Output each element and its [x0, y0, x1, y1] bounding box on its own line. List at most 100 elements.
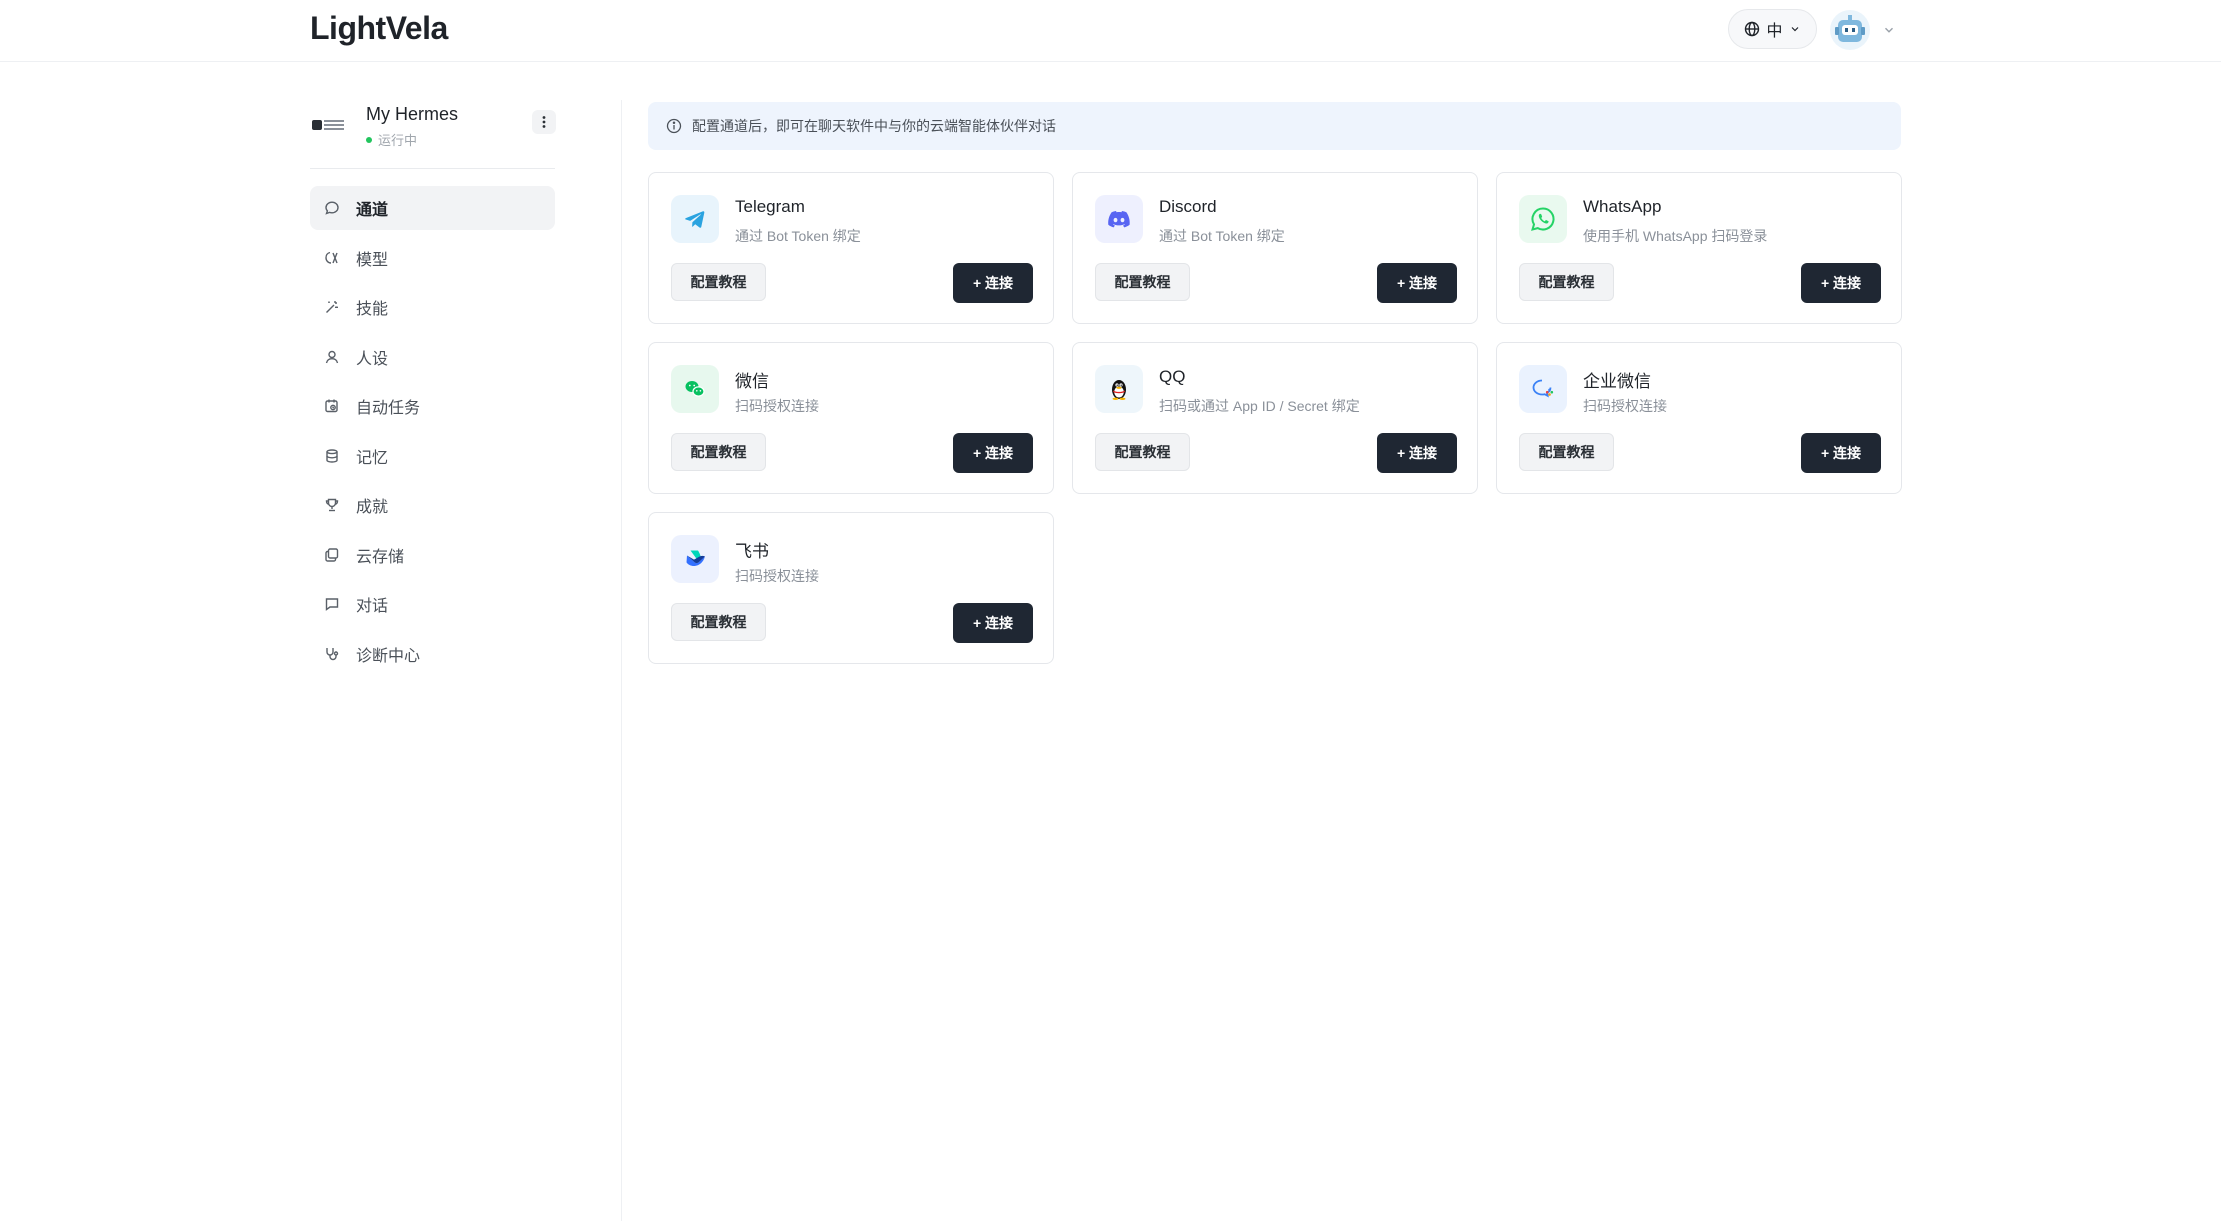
guide-button[interactable]: 配置教程	[671, 603, 766, 641]
connect-button[interactable]: + 连接	[953, 433, 1033, 473]
sidebar-item-label: 技能	[356, 301, 389, 318]
connect-button[interactable]: + 连接	[953, 603, 1033, 643]
channel-name: Telegram	[735, 197, 805, 216]
discord-icon	[1108, 211, 1130, 228]
language-switcher[interactable]: 中	[1728, 9, 1817, 49]
sidebar-item-channels[interactable]: 通道	[310, 186, 555, 230]
channel-name: QQ	[1159, 367, 1186, 386]
sidebar-separator	[621, 100, 622, 1221]
sidebar-item-label: 对话	[356, 598, 389, 615]
sidebar-item-auto-tasks[interactable]: 自动任务	[310, 384, 555, 428]
sidebar-item-label: 通道	[356, 202, 389, 219]
channel-card-telegram: Telegram 通过 Bot Token 绑定 配置教程 + 连接	[648, 172, 1054, 324]
discord-icon-box	[1095, 195, 1143, 243]
agent-header: My Hermes 运行中	[310, 100, 556, 158]
sidebar: My Hermes 运行中 通道 模型 技能 人设 自动任务 记忆 成就 云存储…	[310, 100, 556, 665]
connect-button[interactable]: + 连接	[1801, 263, 1881, 303]
channel-desc: 通过 Bot Token 绑定	[1159, 228, 1285, 244]
model-icon	[325, 251, 338, 264]
sidebar-item-diagnostics[interactable]: 诊断中心	[310, 632, 555, 676]
channel-card-wecom: 企业微信 扫码授权连接 配置教程 + 连接	[1496, 342, 1902, 494]
wecom-icon	[1532, 379, 1554, 398]
chevron-down-icon	[1791, 27, 1798, 32]
channel-name: 飞书	[735, 542, 769, 561]
agent-status-text: 运行中	[378, 133, 418, 148]
sidebar-item-label: 模型	[356, 251, 389, 269]
sidebar-item-skills[interactable]: 技能	[310, 285, 555, 329]
connect-button[interactable]: + 连接	[1377, 433, 1457, 473]
sidebar-item-cloud-storage[interactable]: 云存储	[310, 533, 555, 577]
channel-card-wechat: 微信 扫码授权连接 配置教程 + 连接	[648, 342, 1054, 494]
connect-button[interactable]: + 连接	[1801, 433, 1881, 473]
whatsapp-icon	[1531, 207, 1555, 231]
agent-status: 运行中	[366, 130, 417, 149]
database-icon	[326, 448, 338, 463]
channel-desc: 扫码授权连接	[1583, 398, 1667, 414]
channel-desc: 扫码授权连接	[735, 568, 819, 584]
sidebar-item-label: 自动任务	[356, 400, 421, 417]
channel-name: 企业微信	[1583, 372, 1651, 391]
sidebar-item-label: 诊断中心	[356, 647, 421, 665]
avatar[interactable]	[1830, 10, 1870, 50]
sidebar-item-label: 记忆	[356, 449, 389, 467]
channel-name: 微信	[735, 372, 769, 391]
magic-wand-icon	[326, 301, 338, 313]
wechat-icon-box	[671, 365, 719, 413]
top-header: LightVela 中	[0, 0, 2221, 62]
guide-button[interactable]: 配置教程	[1095, 433, 1190, 471]
wechat-icon	[685, 381, 705, 397]
user-icon	[325, 350, 339, 363]
cloud-storage-icon	[325, 547, 339, 562]
sidebar-divider	[310, 168, 555, 169]
guide-button[interactable]: 配置教程	[671, 433, 766, 471]
info-text: 配置通道后，即可在聊天软件中与你的云端智能体伙伴对话	[692, 118, 1056, 134]
qq-icon-box	[1095, 365, 1143, 413]
chevron-down-icon[interactable]	[1882, 23, 1896, 37]
guide-button[interactable]: 配置教程	[671, 263, 766, 301]
telegram-icon-box	[671, 195, 719, 243]
sidebar-item-conversations[interactable]: 对话	[310, 582, 555, 626]
telegram-icon	[685, 211, 705, 228]
calendar-clock-icon	[325, 399, 338, 413]
stethoscope-icon	[326, 647, 339, 660]
connect-button[interactable]: + 连接	[953, 263, 1033, 303]
channel-desc: 通过 Bot Token 绑定	[735, 228, 861, 244]
channel-card-discord: Discord 通过 Bot Token 绑定 配置教程 + 连接	[1072, 172, 1478, 324]
sidebar-nav: 通道 模型 技能 人设 自动任务 记忆 成就 云存储 对话 诊断中心	[310, 186, 555, 681]
chat-bubble-icon	[325, 201, 339, 215]
channel-desc: 扫码或通过 App ID / Secret 绑定	[1159, 398, 1360, 414]
channel-name: Discord	[1159, 197, 1217, 216]
info-circle-icon	[666, 118, 682, 134]
brand-logo[interactable]: LightVela	[310, 10, 448, 47]
agent-logo	[312, 118, 348, 132]
channel-desc: 使用手机 WhatsApp 扫码登录	[1583, 228, 1768, 244]
agent-menu-button[interactable]	[532, 110, 556, 134]
sidebar-item-label: 成就	[356, 499, 389, 516]
robot-avatar-icon	[1835, 15, 1865, 42]
channel-desc: 扫码授权连接	[735, 398, 819, 414]
message-square-icon	[325, 598, 339, 611]
language-label: 中	[1766, 23, 1783, 40]
sidebar-item-label: 云存储	[356, 548, 405, 566]
sidebar-item-persona[interactable]: 人设	[310, 335, 555, 379]
more-vertical-icon	[542, 116, 546, 128]
agent-name: My Hermes	[366, 104, 459, 124]
guide-button[interactable]: 配置教程	[1519, 433, 1614, 471]
info-banner: 配置通道后，即可在聊天软件中与你的云端智能体伙伴对话	[648, 102, 1901, 150]
sidebar-item-achievements[interactable]: 成就	[310, 483, 555, 527]
channel-card-qq: QQ 扫码或通过 App ID / Secret 绑定 配置教程 + 连接	[1072, 342, 1478, 494]
feishu-icon	[686, 550, 705, 567]
guide-button[interactable]: 配置教程	[1095, 263, 1190, 301]
channel-card-whatsapp: WhatsApp 使用手机 WhatsApp 扫码登录 配置教程 + 连接	[1496, 172, 1902, 324]
sidebar-item-models[interactable]: 模型	[310, 236, 555, 280]
globe-icon	[1745, 21, 1760, 37]
status-dot-icon	[366, 136, 372, 143]
connect-button[interactable]: + 连接	[1377, 263, 1457, 303]
user-menu[interactable]	[1830, 8, 1896, 52]
feishu-icon-box	[671, 535, 719, 583]
whatsapp-icon-box	[1519, 195, 1567, 243]
guide-button[interactable]: 配置教程	[1519, 263, 1614, 301]
qq-penguin-icon	[1112, 380, 1126, 400]
sidebar-item-memory[interactable]: 记忆	[310, 434, 555, 478]
wecom-icon-box	[1519, 365, 1567, 413]
